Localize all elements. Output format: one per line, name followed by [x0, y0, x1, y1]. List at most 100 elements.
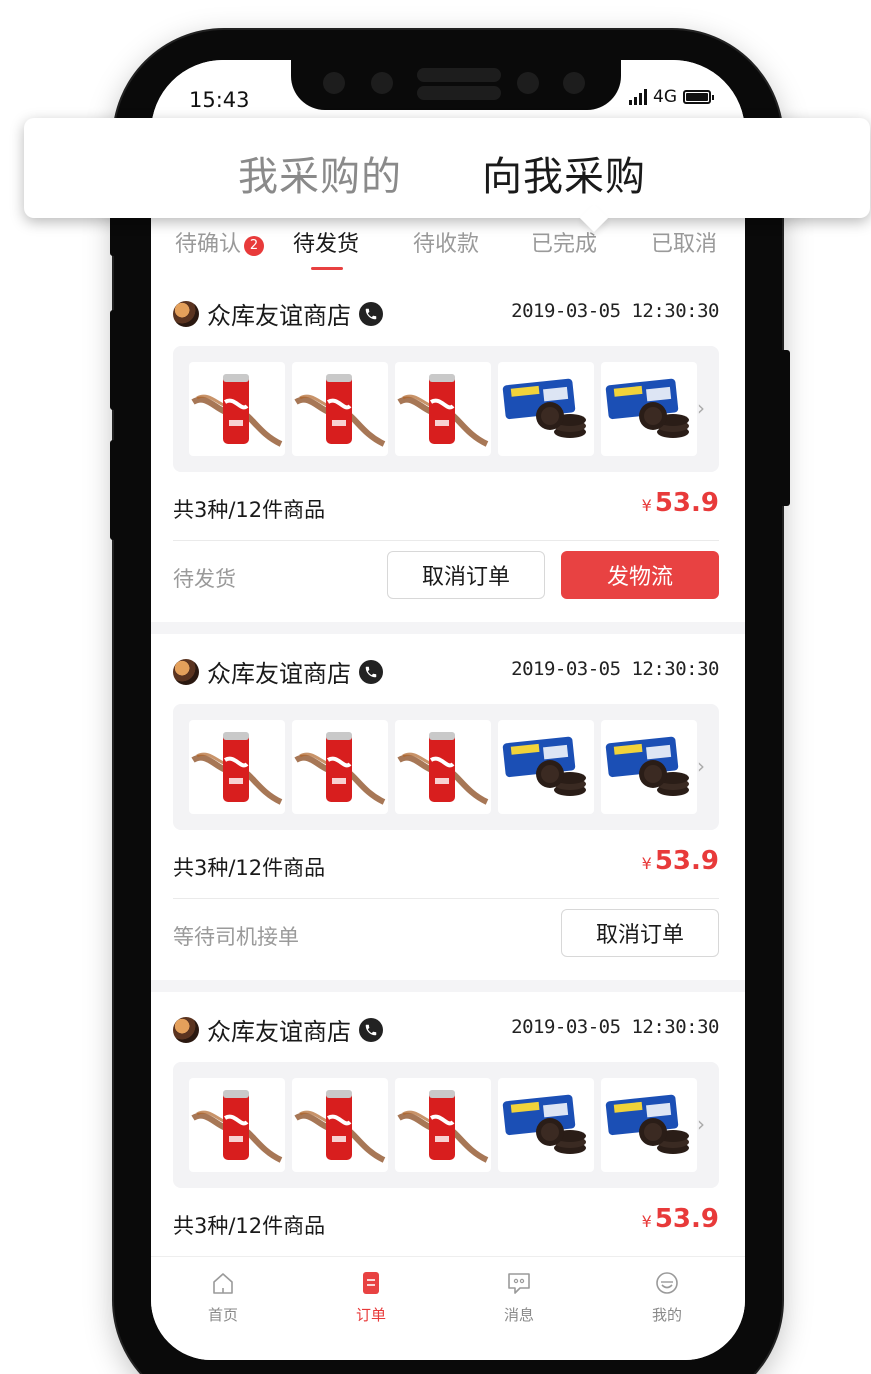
- cola-can-image: [191, 1090, 283, 1163]
- nav-label: 首页: [207, 1306, 238, 1324]
- cancel-order-button[interactable]: 取消订单: [561, 909, 719, 957]
- cola-can-image: [294, 732, 386, 805]
- order-price: ¥53.9: [642, 1204, 719, 1234]
- profile-icon: [656, 1272, 678, 1294]
- order-status-tabs: 待确认 2 待发货 待收款 已完成 已取消: [151, 210, 745, 276]
- purchase-direction-switch: 我采购的 向我采购: [24, 118, 870, 218]
- oreo-pack-image: [502, 1094, 586, 1154]
- phone-call-icon[interactable]: [359, 1017, 383, 1042]
- phone-call-icon[interactable]: [359, 659, 383, 684]
- order-price: ¥53.9: [642, 488, 719, 518]
- store-row: 众库友谊商店: [173, 1012, 383, 1047]
- store-row: 众库友谊商店: [173, 296, 383, 331]
- cola-can-image: [397, 732, 489, 805]
- product-thumb-cola[interactable]: [395, 1078, 491, 1172]
- tab-pending-confirm[interactable]: 待确认 2: [175, 226, 265, 258]
- notch: [291, 60, 621, 110]
- product-thumb-oreo[interactable]: [498, 1078, 594, 1172]
- sensor-dot: [563, 72, 585, 94]
- product-thumb-cola[interactable]: [395, 720, 491, 814]
- oreo-pack-image: [502, 736, 586, 796]
- oreo-pack-image: [502, 378, 586, 438]
- oreo-pack-image: [605, 736, 689, 796]
- product-thumb-cola[interactable]: [292, 1078, 388, 1172]
- nav-item-profile[interactable]: 我的: [627, 1269, 707, 1325]
- cola-can-image: [294, 1090, 386, 1163]
- nav-label: 消息: [503, 1306, 534, 1324]
- order-icon: [363, 1272, 379, 1294]
- cola-can-image: [397, 1090, 489, 1163]
- product-thumbnails[interactable]: ›: [173, 704, 719, 830]
- bottom-nav: 首页 订单 消息 我的: [151, 1256, 745, 1360]
- currency-symbol: ¥: [641, 496, 652, 515]
- store-avatar: [173, 1016, 199, 1043]
- ship-logistics-button[interactable]: 发物流: [561, 551, 719, 599]
- chevron-right-icon: ›: [697, 396, 705, 420]
- chevron-right-icon: ›: [697, 754, 705, 778]
- product-thumbnails[interactable]: ›: [173, 1062, 719, 1188]
- order-time: 2019-03-05 12:30:30: [511, 1016, 719, 1038]
- product-thumb-oreo[interactable]: [498, 362, 594, 456]
- product-thumb-oreo[interactable]: [601, 1078, 697, 1172]
- product-thumbnails[interactable]: ›: [173, 346, 719, 472]
- side-button: [780, 350, 790, 506]
- cola-can-image: [191, 374, 283, 447]
- store-avatar: [173, 300, 199, 327]
- sensor-dot: [517, 72, 539, 94]
- product-thumb-oreo[interactable]: [498, 720, 594, 814]
- tab-pending-ship[interactable]: 待发货: [293, 226, 359, 258]
- network-label: 4G: [653, 87, 677, 107]
- order-card[interactable]: 众库友谊商店 2019-03-05 12:30:30 › 共3种/12件商品 ¥…: [151, 276, 745, 622]
- currency-symbol: ¥: [641, 854, 652, 873]
- cola-can-image: [397, 374, 489, 447]
- order-time: 2019-03-05 12:30:30: [511, 658, 719, 680]
- speaker-bar: [417, 68, 501, 82]
- tab-label: 待确认: [175, 232, 242, 257]
- store-name: 众库友谊商店: [207, 302, 351, 330]
- phone-call-icon[interactable]: [359, 301, 383, 326]
- order-card[interactable]: 众库友谊商店 2019-03-05 12:30:30 › 共3种/12件商品 ¥…: [151, 634, 745, 980]
- message-icon: [508, 1273, 530, 1294]
- oreo-pack-image: [605, 378, 689, 438]
- tab-pending-payment[interactable]: 待收款: [413, 226, 479, 258]
- order-status: 待发货: [173, 567, 236, 591]
- battery-icon: [683, 90, 714, 104]
- product-thumb-cola[interactable]: [189, 720, 285, 814]
- store-row: 众库友谊商店: [173, 654, 383, 689]
- count-badge: 2: [244, 236, 265, 256]
- order-card[interactable]: 众库友谊商店 2019-03-05 12:30:30 › 共3种/12件商品 ¥…: [151, 992, 745, 1256]
- items-summary: 共3种/12件商品: [173, 498, 326, 522]
- tab-completed[interactable]: 已完成: [531, 226, 597, 258]
- nav-label: 我的: [651, 1306, 682, 1324]
- price-amount: 53.9: [654, 846, 719, 876]
- nav-item-home[interactable]: 首页: [183, 1269, 263, 1325]
- product-thumb-oreo[interactable]: [601, 720, 697, 814]
- nav-label: 订单: [355, 1306, 386, 1324]
- app-screen: 15:43 4G 待确认 2 待发货 待收款 已完成 已取消 众库友谊商店 20…: [151, 60, 745, 1360]
- chevron-right-icon: ›: [697, 1112, 705, 1136]
- tab-my-purchases[interactable]: 我采购的: [238, 144, 402, 202]
- divider: [173, 540, 719, 541]
- tab-cancelled[interactable]: 已取消: [651, 226, 717, 258]
- currency-symbol: ¥: [641, 1212, 652, 1231]
- nav-item-messages[interactable]: 消息: [479, 1269, 559, 1325]
- divider: [173, 898, 719, 899]
- items-summary: 共3种/12件商品: [173, 1214, 326, 1238]
- product-thumb-cola[interactable]: [395, 362, 491, 456]
- side-button: [110, 310, 116, 410]
- order-time: 2019-03-05 12:30:30: [511, 300, 719, 322]
- nav-item-orders[interactable]: 订单: [331, 1269, 411, 1325]
- product-thumb-cola[interactable]: [189, 362, 285, 456]
- cancel-order-button[interactable]: 取消订单: [387, 551, 545, 599]
- product-thumb-cola[interactable]: [292, 362, 388, 456]
- cola-can-image: [191, 732, 283, 805]
- sensor-dot: [371, 72, 393, 94]
- product-thumb-oreo[interactable]: [601, 362, 697, 456]
- product-thumb-cola[interactable]: [189, 1078, 285, 1172]
- cola-can-image: [294, 374, 386, 447]
- tab-purchases-from-me[interactable]: 向我采购: [482, 144, 646, 202]
- order-status: 等待司机接单: [173, 925, 299, 949]
- product-thumb-cola[interactable]: [292, 720, 388, 814]
- items-summary: 共3种/12件商品: [173, 856, 326, 880]
- active-tab-indicator: [311, 267, 343, 270]
